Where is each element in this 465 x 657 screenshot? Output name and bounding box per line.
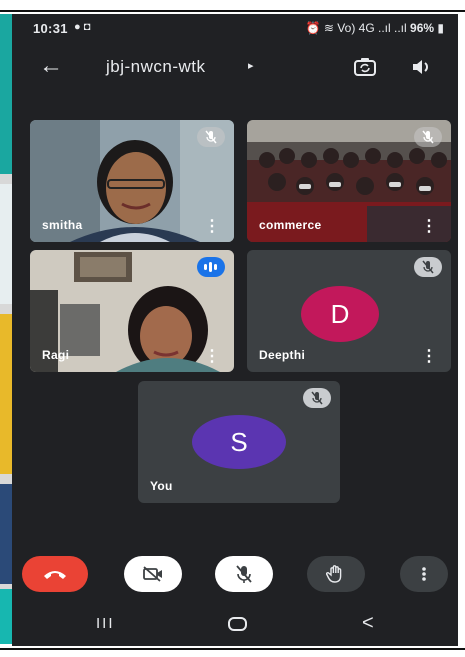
participant-tile-deepthi[interactable]: D Deepthi ⋮ [247,250,451,372]
call-controls [12,552,458,596]
speaker-icon[interactable] [410,55,434,79]
more-vert-icon[interactable]: ⋮ [204,349,220,365]
more-vert-icon [422,567,426,581]
arrow-left-icon[interactable]: ← [39,54,63,78]
battery-icon: ▮ [437,21,444,35]
caret-right-icon[interactable]: ▸ [248,59,254,72]
speaking-indicator [197,257,225,277]
avatar: D [301,286,379,342]
mic-muted-indicator [414,257,442,277]
more-options-button[interactable] [400,556,448,592]
participant-tile-ragi[interactable]: Ragi ⋮ [30,250,234,372]
mic-off-icon [205,130,217,144]
switch-camera-icon[interactable] [352,54,378,80]
participant-name: Ragi [42,348,70,362]
background-wallpaper-strip [0,14,12,644]
participant-name: smitha [42,218,83,232]
participant-name: Deepthi [259,348,306,362]
battery-level: 96% [410,21,435,35]
camera-toggle-button[interactable] [124,556,182,592]
participant-tile-self[interactable]: S You [138,381,340,503]
status-time: 10:31 [33,21,68,36]
participant-name: You [150,479,173,493]
meeting-header: ← jbj-nwcn-wtk ▸ [12,50,458,86]
system-nav-bar: III < [12,606,458,646]
mic-off-icon [422,130,434,144]
signal-icons: ⏰ ≋ Vo) 4G ..ıl ..ıl [305,21,407,35]
avatar-initial: S [230,427,248,457]
end-call-button[interactable] [22,556,88,592]
more-vert-icon[interactable]: ⋮ [421,349,437,365]
participant-tile-smitha[interactable]: smitha ⋮ [30,120,234,242]
avatar: S [192,415,286,469]
raise-hand-icon [326,565,342,583]
end-call-icon [44,571,66,579]
notification-icons: ● ◘ [74,21,91,33]
status-bar: 10:31 ● ◘ ⏰ ≋ Vo) 4G ..ıl ..ıl 96% ▮ [12,14,458,42]
status-right-icons: ⏰ ≋ Vo) 4G ..ıl ..ıl 96% ▮ [306,21,444,35]
mic-toggle-button[interactable] [215,556,273,592]
raise-hand-button[interactable] [307,556,365,592]
frame-border-bottom [0,648,465,650]
phone-screen: 10:31 ● ◘ ⏰ ≋ Vo) 4G ..ıl ..ıl 96% ▮ ← j… [12,14,458,646]
mic-muted-indicator [197,127,225,147]
mic-off-icon [236,565,252,583]
screenshot-frame: 10:31 ● ◘ ⏰ ≋ Vo) 4G ..ıl ..ıl 96% ▮ ← j… [0,0,465,657]
mic-muted-indicator [414,127,442,147]
mic-muted-indicator [303,388,331,408]
nav-back-button[interactable]: < [362,612,374,635]
frame-border-top [0,10,465,12]
participant-name: commerce [259,218,322,232]
mic-off-icon [311,391,323,405]
camera-off-icon [143,566,162,582]
mic-off-icon [422,260,434,274]
participant-tile-commerce[interactable]: commerce ⋮ [247,120,451,242]
more-vert-icon[interactable]: ⋮ [421,219,437,235]
meeting-code[interactable]: jbj-nwcn-wtk [106,57,206,77]
home-button[interactable] [228,617,247,631]
more-vert-icon[interactable]: ⋮ [204,219,220,235]
recent-apps-button[interactable]: III [96,615,115,632]
avatar-initial: D [330,299,350,329]
